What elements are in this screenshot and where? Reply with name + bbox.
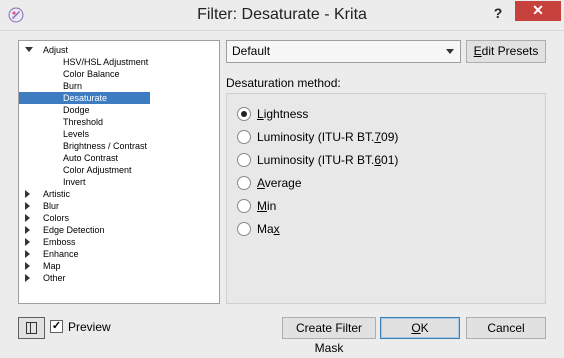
radio-button[interactable] — [237, 107, 251, 121]
filter-tree[interactable]: Adjust HSV/HSL Adjustment Color Balance Bur… — [18, 40, 220, 304]
tree-item[interactable]: Desaturate — [19, 92, 150, 104]
tree-item-label: Dodge — [63, 105, 90, 115]
expand-arrow-down-icon[interactable] — [25, 47, 33, 52]
tree-item[interactable]: Blur — [19, 200, 219, 212]
tree-item[interactable]: Brightness / Contrast — [19, 140, 150, 152]
tree-item-label: Color Adjustment — [63, 165, 132, 175]
desaturation-method-label: Desaturation method: — [226, 76, 341, 90]
expand-arrow-right-icon[interactable] — [25, 214, 30, 222]
help-button[interactable]: ? — [488, 3, 508, 23]
tree-item-label: Artistic — [43, 189, 70, 199]
create-filter-mask-button[interactable]: Create Filter Mask — [282, 317, 376, 355]
label-part: ightness — [263, 107, 309, 121]
label-part: Ma — [257, 222, 274, 236]
tree-item[interactable]: Levels — [19, 128, 150, 140]
edit-presets-button[interactable]: Edit Presets — [466, 40, 546, 63]
method-option-label: Max — [257, 221, 280, 237]
tree-item[interactable]: Edge Detection — [19, 224, 219, 236]
tree-item-label: Blur — [43, 201, 60, 211]
preset-combobox[interactable]: Default — [226, 40, 461, 63]
tree-item-label: Edge Detection — [43, 225, 105, 235]
tree-item-label: Threshold — [63, 117, 104, 127]
title-bar: Filter: Desaturate - Krita ? ✕ — [0, 0, 564, 31]
expand-arrow-right-icon[interactable] — [25, 238, 30, 246]
tree-item-label: Color Balance — [63, 69, 120, 79]
ok-label-rest: K — [420, 321, 429, 335]
mnemonic: A — [257, 176, 265, 190]
chevron-down-icon — [446, 49, 454, 54]
tree-item[interactable]: Emboss — [19, 236, 219, 248]
tree-item[interactable]: Enhance — [19, 248, 219, 260]
radio-button[interactable] — [237, 130, 251, 144]
split-view-button[interactable] — [18, 317, 45, 339]
tree-item-label: Other — [43, 273, 66, 283]
label-part: Luminosity (ITU-R BT. — [257, 153, 375, 167]
tree-item[interactable]: Dodge — [19, 104, 150, 116]
cancel-button[interactable]: Cancel — [466, 317, 546, 339]
label-part: verage — [264, 176, 302, 190]
tree-item-label: Adjust — [43, 45, 69, 55]
tree-item-label: Levels — [63, 129, 90, 139]
expand-arrow-right-icon[interactable] — [25, 262, 30, 270]
radio-button[interactable] — [237, 222, 251, 236]
label-part: 01) — [381, 153, 399, 167]
mnemonic: x — [273, 222, 280, 236]
split-view-icon — [26, 322, 37, 334]
mnemonic-e: E — [473, 44, 482, 58]
tree-item-label: Map — [43, 261, 61, 271]
tree-item[interactable]: Color Balance — [19, 68, 150, 80]
tree-item-label: Emboss — [43, 237, 76, 247]
tree-item[interactable]: Color Adjustment — [19, 164, 150, 176]
window-title: Filter: Desaturate - Krita — [197, 6, 367, 23]
tree-item-label: Brightness / Contrast — [63, 141, 148, 151]
close-button[interactable]: ✕ — [515, 1, 561, 21]
label-part: in — [267, 199, 277, 213]
method-option-label: Lightness — [257, 106, 308, 122]
method-option-label: Min — [257, 198, 276, 214]
tree-item[interactable]: Auto Contrast — [19, 152, 150, 164]
radio-button[interactable] — [237, 176, 251, 190]
tree-item[interactable]: Colors — [19, 212, 219, 224]
tree-item[interactable]: Invert — [19, 176, 150, 188]
method-option-label: Luminosity (ITU-R BT.601) — [257, 152, 398, 168]
method-option-label: Luminosity (ITU-R BT.709) — [257, 129, 398, 145]
tree-item[interactable]: Map — [19, 260, 219, 272]
tree-item-label: Burn — [63, 81, 83, 91]
tree-item-label: Auto Contrast — [63, 153, 119, 163]
tree-item[interactable]: HSV/HSL Adjustment — [19, 56, 150, 68]
tree-item-label: HSV/HSL Adjustment — [63, 57, 149, 67]
tree-item[interactable]: Threshold — [19, 116, 150, 128]
tree-item[interactable]: Other — [19, 272, 219, 284]
preview-checkbox[interactable]: ✓ — [50, 320, 63, 333]
desaturation-method-group: Lightness Luminosity (ITU-R BT.709) Lumino… — [226, 93, 546, 304]
ok-button[interactable]: OK — [380, 317, 460, 339]
mnemonic: L — [257, 107, 264, 121]
expand-arrow-right-icon[interactable] — [25, 226, 30, 234]
tree-item-label: Enhance — [43, 249, 79, 259]
tree-item[interactable]: Adjust — [19, 44, 219, 56]
edit-presets-label-rest: dit Presets — [481, 44, 539, 58]
expand-arrow-right-icon[interactable] — [25, 250, 30, 258]
mnemonic: M — [257, 199, 267, 213]
tree-item-label: Desaturate — [63, 93, 108, 103]
tree-item-label: Colors — [43, 213, 70, 223]
preview-label: Preview — [68, 320, 111, 334]
method-option-label: Average — [257, 175, 302, 191]
radio-button[interactable] — [237, 199, 251, 213]
preset-selected-value: Default — [232, 44, 271, 58]
label-part: 09) — [381, 130, 399, 144]
radio-button[interactable] — [237, 153, 251, 167]
expand-arrow-right-icon[interactable] — [25, 202, 30, 210]
mnemonic-o: O — [411, 321, 421, 335]
tree-item-label: Invert — [63, 177, 86, 187]
tree-item[interactable]: Artistic — [19, 188, 219, 200]
expand-arrow-right-icon[interactable] — [25, 190, 30, 198]
expand-arrow-right-icon[interactable] — [25, 274, 30, 282]
label-part: Luminosity (ITU-R BT. — [257, 130, 375, 144]
tree-item[interactable]: Burn — [19, 80, 150, 92]
